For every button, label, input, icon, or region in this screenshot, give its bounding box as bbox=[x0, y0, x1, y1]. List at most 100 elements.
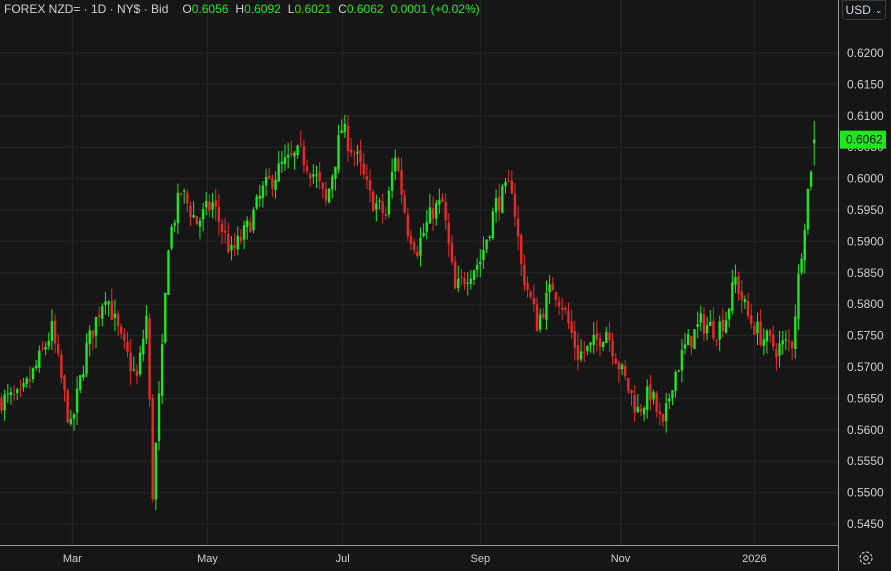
y-tick-label: 0.5700 bbox=[847, 360, 884, 374]
candle-body bbox=[794, 316, 797, 350]
candle-body bbox=[507, 180, 510, 182]
candle-body bbox=[85, 342, 88, 374]
candle-body bbox=[79, 375, 82, 390]
candle-body bbox=[3, 394, 6, 411]
currency-label: USD bbox=[845, 3, 871, 17]
candle-body bbox=[164, 292, 167, 343]
candle-body bbox=[633, 395, 636, 413]
candle-body bbox=[186, 192, 189, 204]
candle-body bbox=[469, 278, 473, 284]
candle-body bbox=[516, 218, 520, 237]
candle-body bbox=[639, 408, 643, 412]
candle-body bbox=[579, 351, 583, 360]
candle-body bbox=[765, 330, 769, 342]
x-tick-label: Jul bbox=[336, 553, 350, 565]
y-tick-label: 0.6200 bbox=[847, 46, 884, 60]
candle-body bbox=[315, 174, 318, 176]
candle-body bbox=[740, 291, 743, 300]
candle-body bbox=[400, 170, 403, 195]
candle-body bbox=[198, 220, 202, 227]
y-tick-label: 0.5800 bbox=[847, 297, 884, 311]
candle-body bbox=[463, 278, 466, 285]
candle-body bbox=[447, 222, 450, 244]
candle-body bbox=[356, 151, 359, 154]
candle-body bbox=[583, 351, 586, 353]
candle-body bbox=[47, 341, 50, 347]
high-value: 0.6092 bbox=[244, 2, 281, 16]
candle-body bbox=[12, 394, 16, 396]
candle-body bbox=[611, 340, 614, 357]
candle-body bbox=[683, 344, 687, 349]
candle-body bbox=[548, 284, 551, 293]
candle-body bbox=[34, 365, 38, 369]
candle-body bbox=[564, 307, 567, 311]
candle-body bbox=[724, 320, 728, 333]
symbol-label[interactable]: FOREX NZD= · 1D · NY$ · Bid bbox=[4, 2, 168, 16]
candle-body bbox=[397, 159, 400, 171]
candle-body bbox=[50, 321, 54, 342]
candle-body bbox=[746, 300, 750, 316]
gear-icon[interactable] bbox=[857, 549, 875, 567]
y-tick-label: 0.5950 bbox=[847, 203, 884, 217]
candle-body bbox=[205, 201, 208, 208]
candle-body bbox=[734, 276, 737, 285]
candle-body bbox=[22, 383, 25, 388]
y-tick-label: 0.6000 bbox=[847, 172, 884, 186]
candle-body bbox=[501, 186, 504, 213]
candle-body bbox=[642, 408, 646, 415]
close-value: 0.6062 bbox=[346, 2, 384, 16]
candle-body bbox=[123, 333, 126, 341]
candle-body bbox=[157, 393, 161, 441]
candle-body bbox=[592, 334, 595, 345]
candle-body bbox=[482, 249, 485, 261]
candle-body bbox=[378, 200, 381, 202]
candle-body bbox=[570, 321, 573, 334]
candle-body bbox=[699, 313, 702, 323]
candle-body bbox=[268, 175, 271, 179]
candle-body bbox=[195, 215, 198, 225]
candlestick-chart[interactable]: 0.62000.61500.61000.60500.60000.59500.59… bbox=[0, 0, 891, 571]
candle-body bbox=[19, 388, 22, 390]
candle-body bbox=[750, 315, 753, 324]
candle-body bbox=[63, 376, 66, 391]
candle-body bbox=[491, 211, 495, 239]
candle-body bbox=[419, 237, 422, 256]
candle-body bbox=[403, 195, 406, 213]
candle-body bbox=[712, 320, 715, 339]
candle-body bbox=[183, 190, 186, 192]
candle-body bbox=[768, 330, 772, 336]
candle-body bbox=[208, 201, 211, 211]
candle-body bbox=[28, 379, 32, 382]
candle-body bbox=[762, 339, 765, 346]
candle-body bbox=[110, 300, 113, 320]
candle-body bbox=[296, 145, 299, 156]
candle-body bbox=[91, 330, 95, 338]
change-value: 0.0001 (+0.02%) bbox=[390, 2, 480, 16]
candle-body bbox=[412, 242, 416, 251]
candle-body bbox=[687, 334, 690, 346]
candle-body bbox=[346, 125, 350, 152]
candle-body bbox=[475, 264, 479, 270]
candle-body bbox=[233, 245, 236, 249]
candle-body bbox=[132, 369, 135, 371]
candle-body bbox=[384, 213, 387, 216]
candle-body bbox=[428, 207, 432, 224]
candle-body bbox=[151, 398, 154, 500]
candle-body bbox=[343, 123, 347, 132]
currency-button[interactable]: USD ⌄ bbox=[842, 0, 886, 20]
candle-body bbox=[778, 343, 781, 356]
candle-body bbox=[598, 338, 602, 347]
candle-body bbox=[504, 181, 507, 187]
candle-body bbox=[759, 321, 762, 346]
candle-body bbox=[72, 414, 76, 419]
candle-body bbox=[242, 225, 246, 240]
y-tick-label: 0.5500 bbox=[847, 486, 884, 500]
candle-body bbox=[696, 323, 699, 327]
candle-body bbox=[649, 384, 652, 401]
candle-body bbox=[390, 171, 394, 191]
candle-body bbox=[479, 261, 482, 265]
candle-body bbox=[586, 345, 589, 352]
y-tick-label: 0.6150 bbox=[847, 77, 884, 91]
candle-body bbox=[368, 180, 372, 191]
low-value: 0.6021 bbox=[294, 2, 332, 16]
